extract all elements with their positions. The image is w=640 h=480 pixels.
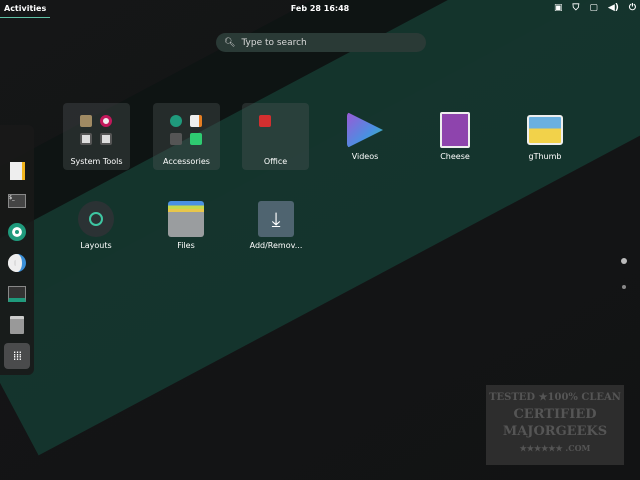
app-icon (170, 115, 182, 127)
software-icon (8, 223, 26, 241)
dock-software[interactable] (4, 219, 30, 245)
installer-icon (8, 286, 26, 302)
watermark-text: CERTIFIED (513, 407, 597, 422)
search-icon: 🔍︎ (224, 37, 236, 48)
top-bar: Activities Feb 28 16:48 ▣ ⛉ ▢ ◀) ⏻ (0, 0, 640, 18)
videos-icon (347, 112, 383, 148)
app-icon (100, 133, 112, 145)
folder-system-tools[interactable]: System Tools (63, 103, 130, 170)
app-label: Add/Remov... (249, 241, 303, 250)
folder-label: Accessories (163, 157, 210, 166)
power-icon[interactable]: ⏻ (629, 3, 636, 13)
screen-icon[interactable]: ▢ (589, 3, 598, 13)
page-indicator-1[interactable] (621, 258, 627, 264)
app-icon (80, 133, 92, 145)
dock-files[interactable] (4, 127, 30, 153)
app-label: Videos (351, 152, 379, 161)
folder-office[interactable]: Office (242, 103, 309, 170)
app-icon (259, 115, 271, 127)
gthumb-icon (527, 115, 563, 145)
watermark-badge: TESTED ★100% CLEAN CERTIFIED MAJORGEEKS … (486, 385, 624, 465)
search-input[interactable]: 🔍︎ Type to search (216, 33, 426, 52)
dock-disc-utility[interactable] (4, 250, 30, 276)
display-icon[interactable]: ▣ (554, 3, 563, 13)
folder-label: System Tools (70, 157, 123, 166)
app-label: gThumb (528, 152, 562, 161)
app-icon (190, 133, 202, 145)
volume-icon[interactable]: ◀) (608, 3, 619, 13)
app-label: Layouts (80, 241, 112, 250)
clock[interactable]: Feb 28 16:48 (0, 4, 640, 13)
download-icon: ⤓ (258, 201, 294, 237)
watermark-text: TESTED ★100% CLEAN (489, 392, 621, 403)
app-icon (100, 115, 112, 127)
shield-icon[interactable]: ⛉ (573, 3, 580, 13)
app-icon (170, 133, 182, 145)
dock-installer[interactable] (4, 281, 30, 307)
app-add-remove[interactable]: ⤓ Add/Remov... (236, 201, 316, 250)
layouts-icon (78, 201, 114, 237)
app-icon (190, 115, 202, 127)
app-cheese[interactable]: Cheese (415, 112, 495, 161)
app-videos[interactable]: Videos (325, 112, 405, 161)
cheese-icon (440, 112, 470, 148)
text-editor-icon (9, 162, 25, 180)
app-label: Cheese (440, 152, 470, 161)
trash-icon (10, 316, 24, 334)
dash: $_ ⁞⁞⁞ (0, 125, 34, 375)
watermark-text: ★★★★★★ .COM (519, 443, 591, 453)
app-gthumb[interactable]: gThumb (505, 112, 585, 161)
grid-icon: ⁞⁞⁞ (12, 349, 23, 363)
dock-text-editor[interactable] (4, 158, 30, 184)
app-files[interactable]: Files (146, 201, 226, 250)
dock-terminal[interactable]: $_ (4, 188, 30, 214)
search-placeholder: Type to search (241, 37, 307, 48)
app-icon (80, 115, 92, 127)
app-label: Files (177, 241, 195, 250)
folder-label: Office (263, 157, 288, 166)
folder-accessories[interactable]: Accessories (153, 103, 220, 170)
disc-icon (8, 254, 26, 272)
app-layouts[interactable]: Layouts (56, 201, 136, 250)
files-icon (168, 201, 204, 237)
watermark-text: MAJORGEEKS (502, 424, 608, 439)
page-indicator-2[interactable] (622, 285, 626, 289)
terminal-icon: $_ (8, 194, 26, 208)
files-icon (8, 132, 26, 148)
show-apps-button[interactable]: ⁞⁞⁞ (4, 343, 30, 369)
dock-trash[interactable] (4, 312, 30, 338)
